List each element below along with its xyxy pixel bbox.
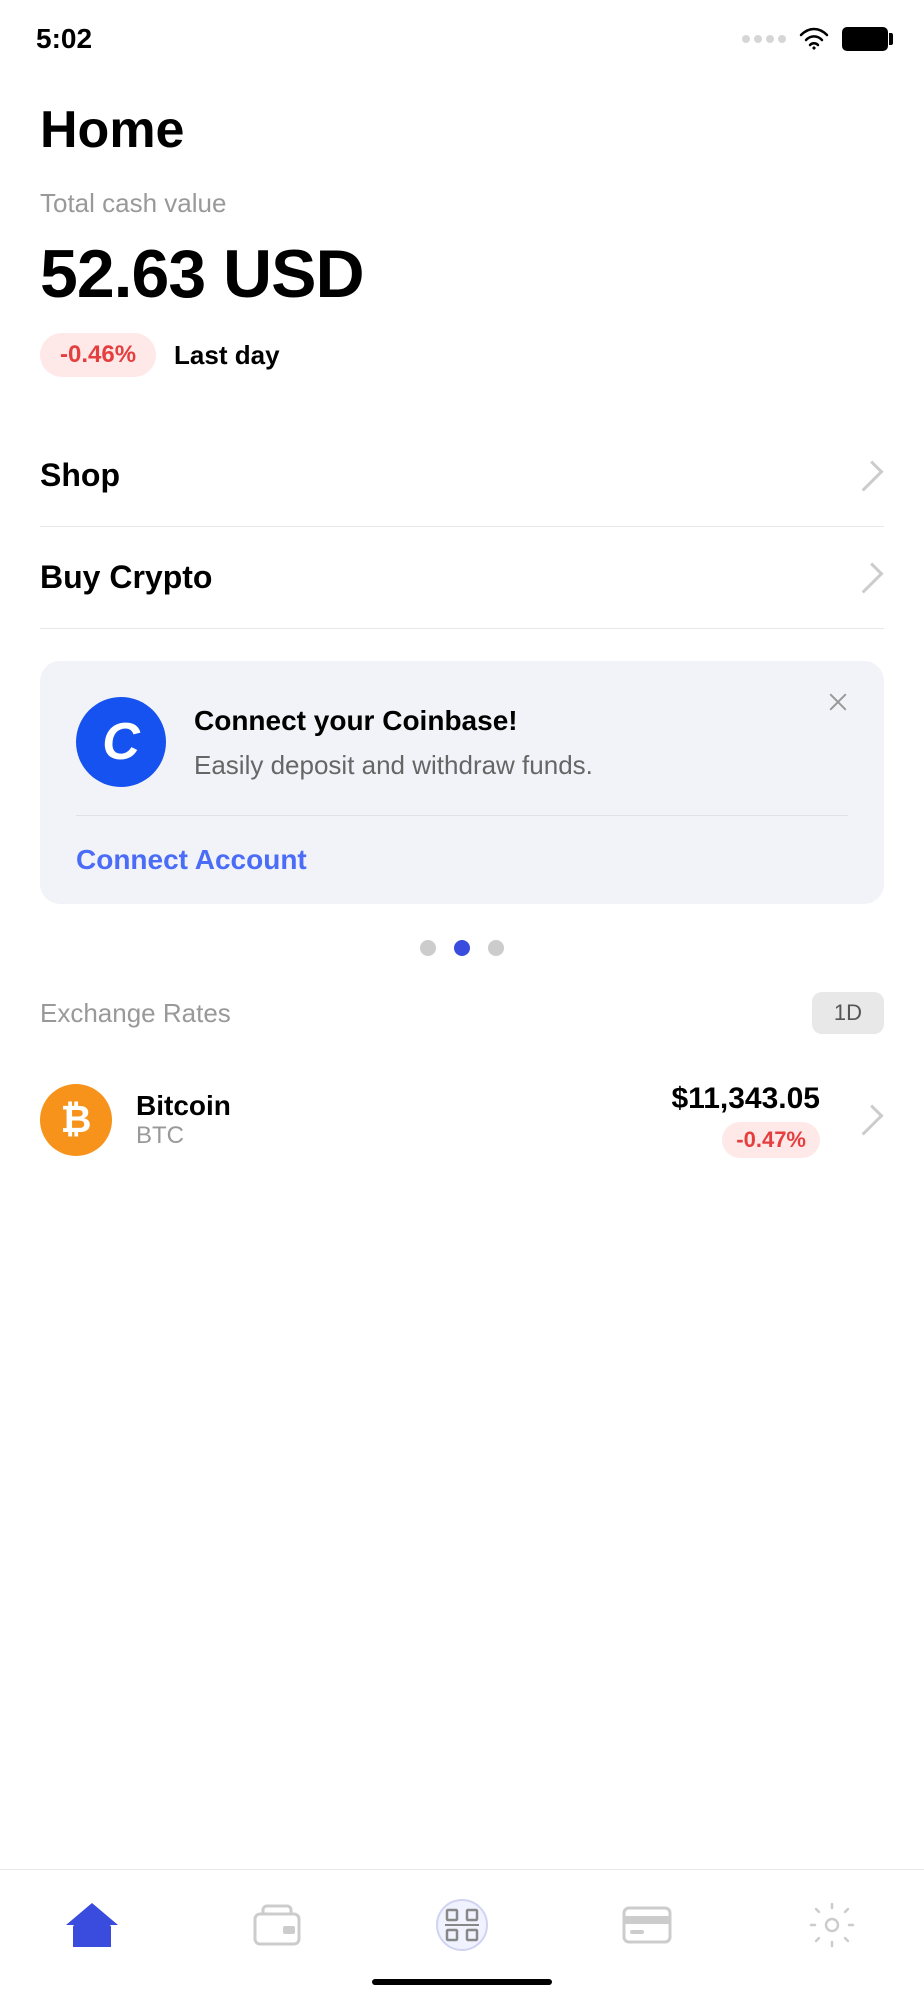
crypto-ticker: BTC — [136, 1122, 648, 1150]
signal-icon — [742, 35, 786, 43]
timeframe-badge[interactable]: 1D — [812, 992, 884, 1034]
card-title: Connect your Coinbase! — [194, 705, 593, 737]
exchange-rates-label: Exchange Rates — [40, 998, 231, 1029]
bitcoin-row[interactable]: ₿ Bitcoin BTC $11,343.05 -0.47% — [0, 1062, 924, 1178]
close-button[interactable] — [822, 685, 854, 717]
coinbase-c-letter: C — [102, 716, 140, 768]
crypto-change-badge: -0.47% — [722, 1122, 820, 1158]
shop-label: Shop — [40, 457, 120, 494]
exchange-rates-header: Exchange Rates 1D — [0, 992, 924, 1034]
crypto-info: Bitcoin BTC — [136, 1090, 648, 1150]
main-content: Home Total cash value 52.63 USD -0.46% L… — [0, 60, 924, 904]
nav-home[interactable] — [52, 1903, 132, 1947]
change-period: Last day — [174, 340, 280, 371]
page-title: Home — [40, 100, 884, 160]
nav-card[interactable] — [607, 1906, 687, 1944]
buy-crypto-row[interactable]: Buy Crypto — [40, 527, 884, 629]
connect-account-button[interactable]: Connect Account — [76, 815, 848, 904]
crypto-name: Bitcoin — [136, 1090, 648, 1122]
wifi-icon — [798, 27, 830, 51]
status-icons — [742, 27, 888, 51]
home-icon — [68, 1903, 116, 1947]
carousel-dot-1[interactable] — [420, 940, 436, 956]
carousel-dots — [0, 940, 924, 956]
card-text-block: Connect your Coinbase! Easily deposit an… — [194, 697, 593, 783]
total-cash-label: Total cash value — [40, 188, 884, 219]
status-bar: 5:02 — [0, 0, 924, 60]
change-badge: -0.46% — [40, 333, 156, 377]
bitcoin-icon: ₿ — [40, 1084, 112, 1156]
buy-crypto-chevron-icon — [852, 562, 883, 593]
scan-icon — [436, 1899, 488, 1951]
crypto-row-chevron-icon — [852, 1104, 883, 1135]
shop-chevron-icon — [852, 460, 883, 491]
gear-icon — [809, 1902, 855, 1948]
card-description: Easily deposit and withdraw funds. — [194, 747, 593, 783]
coinbase-card: C Connect your Coinbase! Easily deposit … — [40, 661, 884, 904]
nav-scan[interactable] — [422, 1899, 502, 1951]
status-time: 5:02 — [36, 23, 92, 55]
total-cash-value: 52.63 USD — [40, 235, 884, 313]
coinbase-logo: C — [76, 697, 166, 787]
nav-wallet[interactable] — [237, 1904, 317, 1946]
crypto-price-block: $11,343.05 -0.47% — [672, 1082, 821, 1158]
change-row: -0.46% Last day — [40, 333, 884, 377]
shop-row[interactable]: Shop — [40, 425, 884, 527]
carousel-dot-3[interactable] — [488, 940, 504, 956]
btc-symbol: ₿ — [61, 1099, 92, 1142]
nav-settings[interactable] — [792, 1902, 872, 1948]
carousel-dot-2[interactable] — [454, 940, 470, 956]
wallet-icon — [253, 1904, 301, 1946]
card-icon — [622, 1906, 672, 1944]
crypto-price: $11,343.05 — [672, 1082, 821, 1116]
home-indicator — [372, 1979, 552, 1985]
close-icon — [827, 690, 849, 712]
buy-crypto-label: Buy Crypto — [40, 559, 212, 596]
battery-icon — [842, 27, 888, 51]
card-content: C Connect your Coinbase! Easily deposit … — [76, 697, 848, 787]
